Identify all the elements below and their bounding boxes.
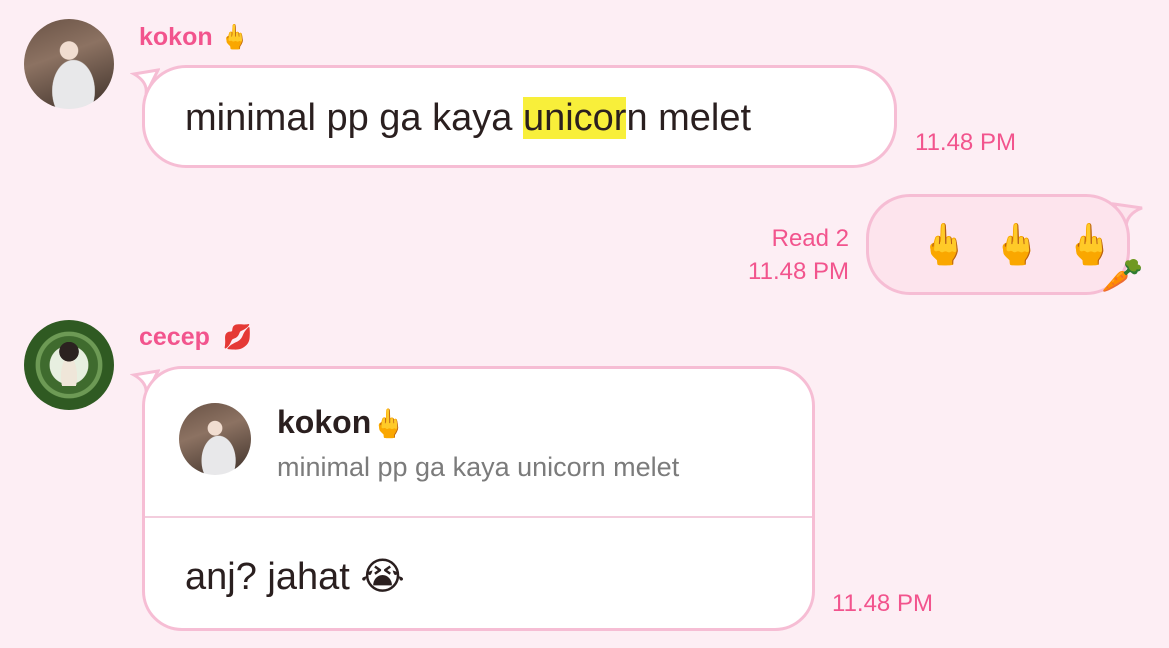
avatar-cecep[interactable] <box>24 320 114 410</box>
sender-name: kokon <box>139 23 213 51</box>
message-bubble-outgoing[interactable]: 🖕 🖕 🖕 <box>866 194 1130 295</box>
carrot-sticker-icon: 🥕 <box>1101 257 1144 295</box>
avatar-figure <box>55 342 83 386</box>
sender-name-cecep: cecep 💋 <box>139 323 253 352</box>
message-text: anj? jahat 😭 <box>185 556 405 598</box>
message-time: 11.48 PM <box>748 258 849 285</box>
message-text-part: minimal pp ga kaya <box>185 97 523 139</box>
sender-name: cecep <box>139 323 210 351</box>
sender-name-kokon: kokon 🖕 <box>139 23 249 52</box>
search-highlight: unicor <box>522 97 627 139</box>
sender-emoji: 💋 <box>222 324 253 351</box>
message-text: 🖕 🖕 🖕 <box>919 223 1121 267</box>
message-text: minimal pp ga kaya unicorn melet <box>185 97 751 140</box>
quote-avatar-kokon[interactable] <box>179 403 251 475</box>
quote-divider <box>145 516 812 518</box>
sender-emoji: 🖕 <box>219 24 250 51</box>
reply-message-bubble[interactable]: anj? jahat 😭 <box>142 366 815 631</box>
message-time: 11.48 PM <box>915 129 1016 156</box>
message-time: 11.48 PM <box>832 590 933 617</box>
message-text-part: n melet <box>626 97 752 139</box>
message-bubble[interactable]: minimal pp ga kaya unicorn melet <box>142 65 897 168</box>
quote-sender[interactable]: kokon🖕 <box>277 404 406 441</box>
read-status: Read 2 <box>771 225 849 252</box>
avatar-kokon[interactable] <box>24 19 114 109</box>
quote-sender-name: kokon <box>277 404 372 440</box>
quote-sender-emoji: 🖕 <box>371 408 407 439</box>
quote-text[interactable]: minimal pp ga kaya unicorn melet <box>277 452 679 483</box>
